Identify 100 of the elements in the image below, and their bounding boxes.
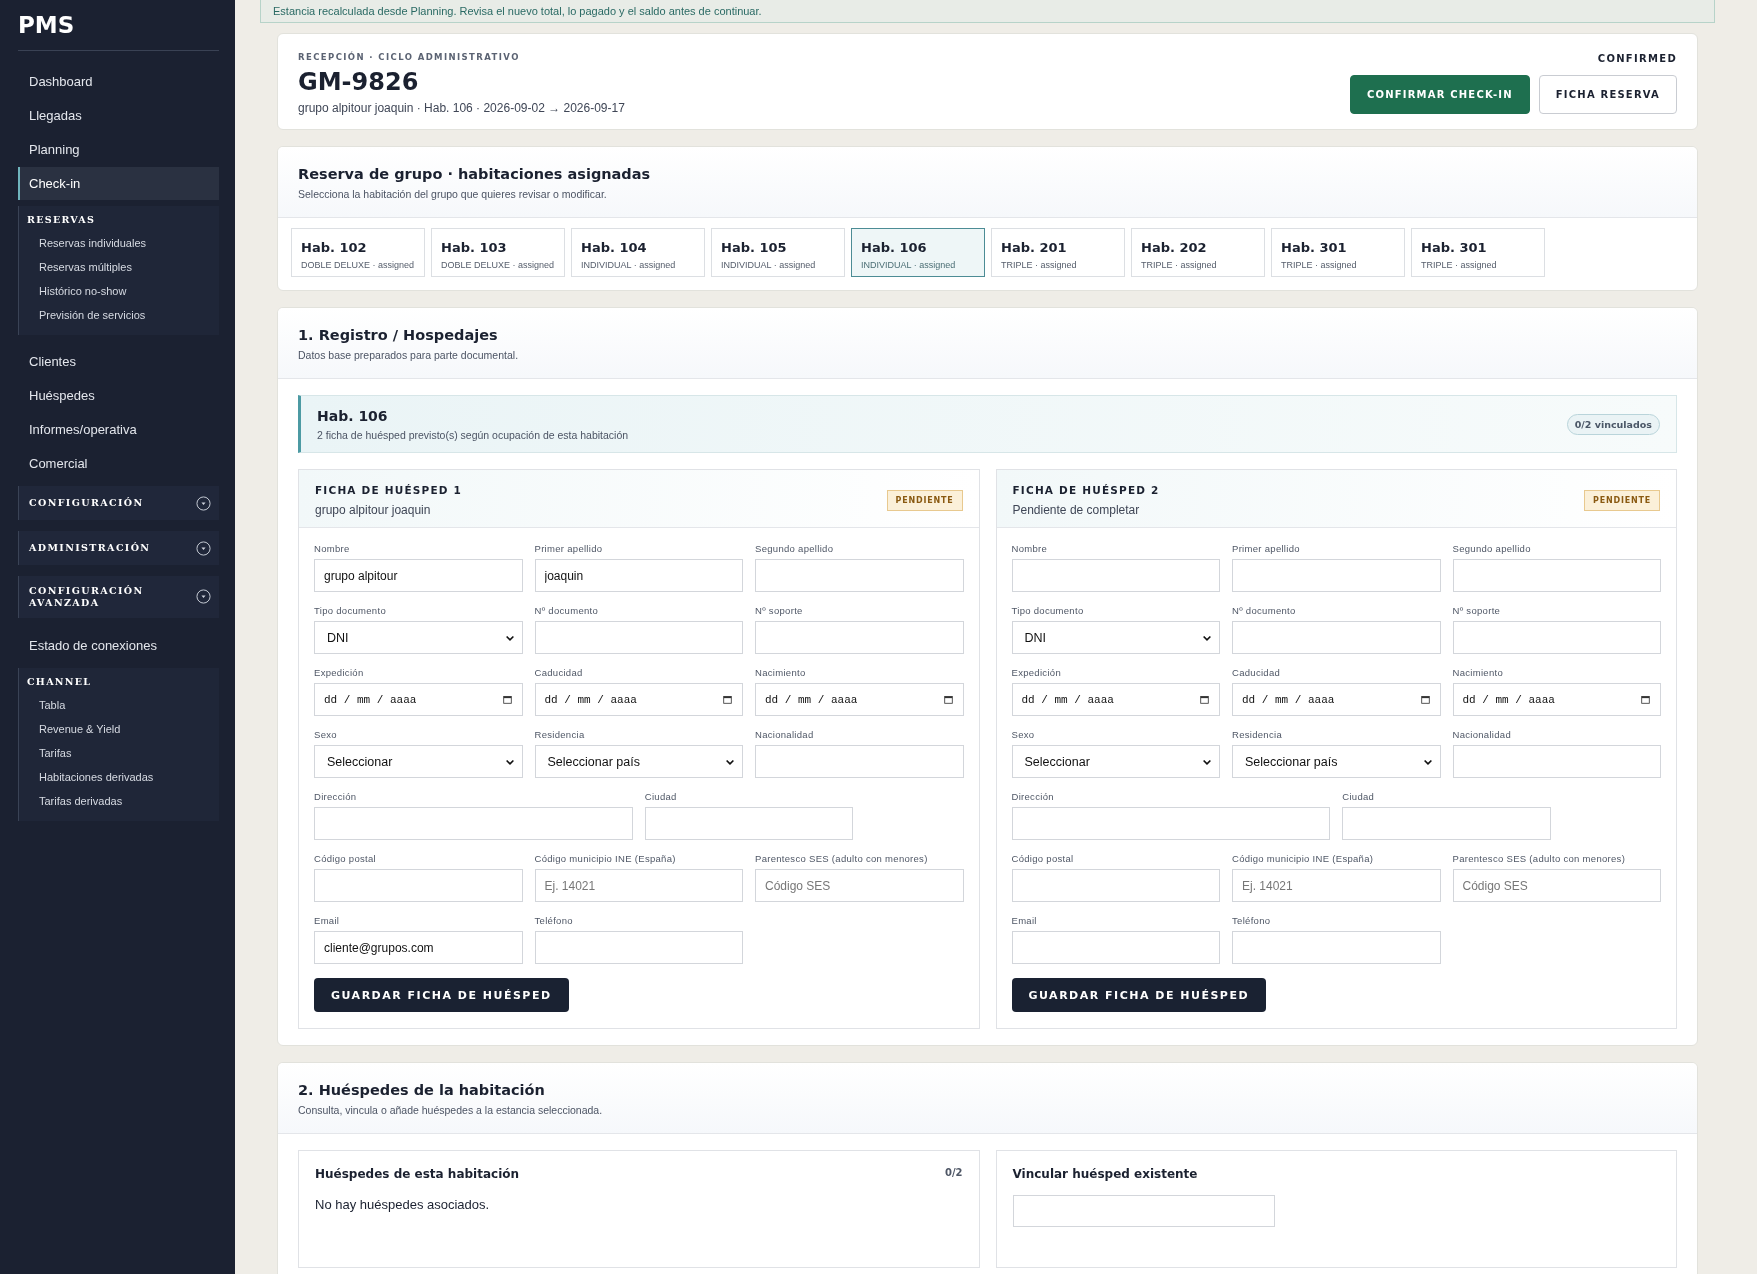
save-button[interactable]: GUARDAR FICHA DE HUÉSPED bbox=[314, 978, 569, 1012]
nav-subitem[interactable]: Reservas individuales bbox=[19, 231, 219, 255]
nav-subitem[interactable]: Habitaciones derivadas bbox=[19, 764, 219, 789]
room-tab[interactable]: Hab. 301 TRIPLE · assigned bbox=[1271, 228, 1405, 277]
guest-form-subtitle: Pendiente de completar bbox=[1012, 503, 1141, 517]
field-label: Nº documento bbox=[1232, 605, 1297, 616]
save-button[interactable]: GUARDAR FICHA DE HUÉSPED bbox=[1011, 978, 1267, 1012]
input-field[interactable] bbox=[644, 807, 854, 840]
input-field[interactable]: Ej. 14021 bbox=[534, 869, 743, 902]
input-field[interactable] bbox=[1011, 931, 1220, 964]
room-tab[interactable]: Hab. 105 INDIVIDUAL · assigned bbox=[711, 228, 845, 277]
room-tab[interactable]: Hab. 104 INDIVIDUAL · assigned bbox=[571, 228, 705, 277]
room-tab[interactable]: Hab. 106 INDIVIDUAL · assigned bbox=[851, 228, 985, 277]
section-title: Reserva de grupo · habitaciones asignadas bbox=[298, 166, 652, 182]
nav-subitem[interactable]: Tabla bbox=[19, 692, 219, 717]
linked-count-badge: 0/2 vinculados bbox=[1566, 414, 1660, 435]
date-field[interactable]: dd / mm / aaaa bbox=[314, 683, 523, 716]
field-label: Residencia bbox=[534, 729, 586, 740]
reservation-button[interactable]: FICHA RESERVA bbox=[1538, 75, 1677, 114]
field-label: Email bbox=[1011, 915, 1038, 926]
input-field[interactable] bbox=[1452, 745, 1661, 778]
input-field[interactable]: Código SES bbox=[1452, 869, 1661, 902]
nav-item[interactable]: Comercial bbox=[18, 447, 219, 480]
search-field[interactable] bbox=[1012, 1195, 1275, 1227]
input-field[interactable] bbox=[314, 807, 633, 840]
nav-item[interactable]: Llegadas bbox=[18, 99, 219, 132]
field-label: Email bbox=[314, 915, 341, 926]
room-tab[interactable]: Hab. 103 DOBLE DELUXE · assigned bbox=[431, 228, 565, 277]
input-field[interactable] bbox=[534, 621, 743, 654]
nav-subitem[interactable]: Previsión de servicios bbox=[19, 303, 219, 327]
room-name: Hab. 301 bbox=[1421, 240, 1488, 255]
input-field[interactable] bbox=[1232, 621, 1441, 654]
field-label: Residencia bbox=[1232, 729, 1283, 740]
field-label: Nacionalidad bbox=[1452, 729, 1513, 740]
field-label: Nacionalidad bbox=[755, 729, 815, 740]
field-label: Parentesco SES (adulto con menores) bbox=[755, 853, 929, 864]
nav-item[interactable]: Check-in bbox=[18, 167, 219, 200]
input-field[interactable] bbox=[1011, 559, 1220, 592]
nav-item[interactable]: Huéspedes bbox=[18, 379, 219, 412]
field-label: Caducidad bbox=[1232, 667, 1282, 678]
input-field[interactable] bbox=[755, 559, 964, 592]
nav-item[interactable]: Informes/operativa bbox=[18, 413, 219, 446]
confirm-button[interactable]: CONFIRMAR CHECK-IN bbox=[1349, 75, 1530, 114]
nav-subitem[interactable]: Histórico no-show bbox=[19, 279, 219, 303]
date-field[interactable]: dd / mm / aaaa bbox=[1232, 683, 1441, 716]
input-field[interactable] bbox=[1011, 807, 1331, 840]
dropdown[interactable]: Seleccionar país bbox=[1232, 745, 1441, 778]
nav-item[interactable]: Estado de conexiones bbox=[18, 628, 219, 662]
input-field[interactable] bbox=[755, 621, 964, 654]
guest-form-title: FICHA DE HUÉSPED 2 bbox=[1012, 484, 1160, 496]
field-label: Nacimiento bbox=[755, 667, 807, 678]
field-label: Ciudad bbox=[644, 791, 678, 802]
field-label: Nacimiento bbox=[1452, 667, 1505, 678]
nav-section-toggle[interactable]: CONFIGURACIÓN bbox=[18, 486, 219, 520]
nav-subitem[interactable]: Revenue & Yield bbox=[19, 716, 219, 741]
input-field[interactable] bbox=[534, 931, 743, 964]
field-label: Tipo documento bbox=[1011, 605, 1085, 616]
nav-section-toggle[interactable]: ADMINISTRACIÓN bbox=[18, 531, 219, 565]
room-detail: TRIPLE · assigned bbox=[1141, 260, 1218, 270]
calendar-icon bbox=[1640, 694, 1651, 705]
input-field[interactable] bbox=[314, 869, 523, 902]
room-tab[interactable]: Hab. 301 TRIPLE · assigned bbox=[1411, 228, 1545, 277]
room-name: Hab. 301 bbox=[1281, 240, 1348, 255]
nav-subitem[interactable]: Tarifas bbox=[19, 740, 219, 765]
dropdown[interactable]: Seleccionar bbox=[314, 745, 523, 778]
input-field[interactable]: grupo alpitour bbox=[314, 559, 523, 592]
input-field[interactable] bbox=[1232, 931, 1441, 964]
dropdown[interactable]: Seleccionar país bbox=[534, 745, 743, 778]
date-field[interactable]: dd / mm / aaaa bbox=[1452, 683, 1661, 716]
nav-item[interactable]: Planning bbox=[18, 133, 219, 166]
input-field[interactable] bbox=[1232, 559, 1441, 592]
room-name: Hab. 104 bbox=[581, 240, 648, 255]
nav-subitem[interactable]: Tarifas derivadas bbox=[19, 788, 219, 813]
nav-subitem[interactable]: Reservas múltiples bbox=[19, 255, 219, 279]
room-tab[interactable]: Hab. 201 TRIPLE · assigned bbox=[991, 228, 1125, 277]
input-field[interactable] bbox=[1452, 621, 1661, 654]
room-tab[interactable]: Hab. 102 DOBLE DELUXE · assigned bbox=[291, 228, 425, 277]
date-field[interactable]: dd / mm / aaaa bbox=[1011, 683, 1220, 716]
input-field[interactable]: cliente@grupos.com bbox=[314, 931, 523, 964]
room-title: Hab. 106 bbox=[317, 408, 389, 424]
input-field[interactable] bbox=[1342, 807, 1551, 840]
input-field[interactable] bbox=[1452, 559, 1661, 592]
nav-item[interactable]: Clientes bbox=[18, 345, 219, 378]
room-name: Hab. 106 bbox=[861, 240, 928, 255]
input-field[interactable] bbox=[1011, 869, 1220, 902]
dropdown[interactable]: DNI bbox=[1011, 621, 1220, 654]
nav-section-toggle[interactable]: CONFIGURACIÓN AVANZADA bbox=[18, 576, 219, 618]
input-field[interactable]: Código SES bbox=[755, 869, 964, 902]
dropdown[interactable]: DNI bbox=[314, 621, 523, 654]
input-field[interactable]: Ej. 14021 bbox=[1232, 869, 1441, 902]
dropdown[interactable]: Seleccionar bbox=[1011, 745, 1220, 778]
date-field[interactable]: dd / mm / aaaa bbox=[534, 683, 743, 716]
field-label: Código postal bbox=[314, 853, 377, 864]
nav-item[interactable]: Dashboard bbox=[18, 65, 219, 98]
input-field[interactable] bbox=[755, 745, 964, 778]
room-tab[interactable]: Hab. 202 TRIPLE · assigned bbox=[1131, 228, 1265, 277]
field-label: Dirección bbox=[314, 791, 358, 802]
field-label: Sexo bbox=[1011, 729, 1036, 740]
date-field[interactable]: dd / mm / aaaa bbox=[755, 683, 964, 716]
input-field[interactable]: joaquin bbox=[534, 559, 743, 592]
